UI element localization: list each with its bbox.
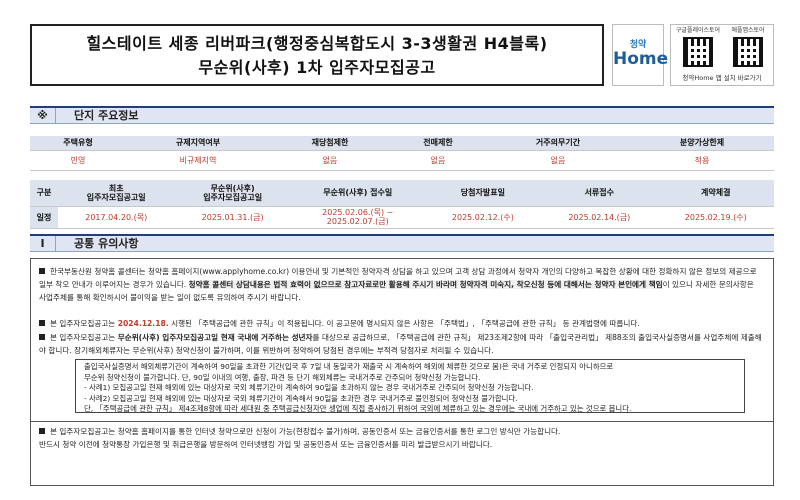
row-label: 일정 (30, 206, 58, 229)
paragraph-text: 본 입주자모집공고는 청약홈 홈페이지를 통한 인터넷 청약으로만 신청이 가능… (50, 427, 561, 436)
bullet-square-icon (39, 268, 45, 274)
table-header-cell: 계약체결 (657, 180, 774, 207)
paragraph-emphasis: 무순위(사후) 입주자모집공고일 현재 국내에 거주하는 성년자 (117, 333, 313, 342)
table-cell: 없음 (389, 150, 486, 171)
table-header-cell: 주택유형 (30, 136, 126, 151)
overseas-stay-notice-box: 출입국사실증명서 해외체류기간이 계속하여 90일을 초과한 기간(입국 후 7… (75, 359, 745, 413)
table-header-cell: 무순위(사후) 입주자모집공고일 (174, 180, 291, 207)
title-line-2: 무순위(사후) 1차 입주자모집공고 (198, 58, 436, 77)
qr-google-label: 구글플레이스토어 (675, 27, 721, 34)
complex-info-table: 주택유형 규제지역여부 재당첨제한 전매제한 거주의무기간 분양가상한제 민영 … (30, 136, 774, 171)
bullet-square-icon (39, 320, 45, 326)
table-header-cell: 무순위(사후) 접수일 (290, 180, 425, 207)
section-title: 공통 유의사항 (74, 237, 139, 250)
section-numeral: I (30, 236, 56, 251)
paragraph-text: 본 입주자모집공고는 (50, 333, 116, 342)
table-header-cell: 서류접수 (541, 180, 658, 207)
table-header-cell: 구분 (30, 180, 58, 207)
table-header-cell: 재당첨제한 (269, 136, 390, 151)
notice-paragraph-4: 본 입주자모집공고는 청약홈 홈페이지를 통한 인터넷 청약으로만 신청이 가능… (39, 425, 763, 451)
table-header-row: 주택유형 규제지역여부 재당첨제한 전매제한 거주의무기간 분양가상한제 (30, 136, 774, 151)
schedule-table: 구분 최초 입주자모집공고일 무순위(사후) 입주자모집공고일 무순위(사후) … (30, 180, 774, 229)
divider (31, 421, 773, 422)
box-line: 무순위 청약신청이 불가합니다. 단, 90일 이내의 여행, 출장, 파견 등… (84, 372, 481, 382)
notice-paragraph-3: 본 입주자모집공고는 무순위(사후) 입주자모집공고일 현재 국내에 거주하는 … (39, 331, 763, 357)
reference-mark: ※ (30, 108, 56, 123)
table-header-cell: 전매제한 (389, 136, 486, 151)
notice-paragraph-1: 한국부동산원 청약홈 콜센터는 청약홈 홈페이지(www.applyhome.c… (39, 265, 763, 304)
bullet-square-icon (39, 334, 45, 340)
title-line-1: 힐스테이트 세종 리버파크(행정중심복합도시 3-3생활권 H4블록) (86, 34, 548, 53)
table-header-row: 구분 최초 입주자모집공고일 무순위(사후) 입주자모집공고일 무순위(사후) … (30, 180, 774, 207)
bullet-square-icon (39, 428, 45, 434)
table-header-cell: 규제지역여부 (126, 136, 270, 151)
qr-code-icon (733, 37, 763, 67)
paragraph-text: 반드시 청약 이전에 청약통장 가입은행 및 취급은행을 방문하여 인터넷뱅킹 … (39, 440, 493, 449)
table-cell: 2017.04.20.(목) (58, 206, 175, 229)
notice-title-box: 힐스테이트 세종 리버파크(행정중심복합도시 3-3생활권 H4블록) 무순위(… (30, 24, 604, 86)
table-header-cell: 분양가상한제 (629, 136, 774, 151)
table-row: 민영 비규제지역 없음 없음 없음 적용 (30, 150, 774, 171)
table-cell: 없음 (269, 150, 390, 171)
table-header-cell: 당첨자발표일 (424, 180, 542, 207)
qr-caption: 청약Home 앱 설치 바로가기 (682, 74, 762, 82)
qr-apple-label: 애플앱스토어 (731, 27, 765, 34)
table-cell: 2025.01.31.(금) (174, 206, 291, 229)
table-header-cell: 거주의무기간 (485, 136, 630, 151)
table-cell: 2025.02.19.(수) (657, 206, 774, 229)
qr-app-store[interactable]: 애플앱스토어 (723, 27, 773, 67)
table-cell: 민영 (30, 150, 126, 171)
paragraph-text: 시행된 「주택공급에 관한 규칙」이 적용됩니다. 이 공고문에 명시되지 않은… (171, 319, 640, 328)
paragraph-text: 본 입주자모집공고는 (50, 319, 116, 328)
box-line: 출입국사실증명서 해외체류기간이 계속하여 90일을 초과한 기간(입국 후 7… (84, 362, 614, 371)
box-line: - 사례1) 모집공고일 현재 해외에 있는 대상자로 국외 체류기간이 계속하… (84, 383, 534, 392)
table-cell: 없음 (485, 150, 630, 171)
table-cell: 2025.02.06.(목) ~ 2025.02.07.(금) (290, 206, 425, 229)
box-line: - 사례2) 모집공고일 현재 해외에 있는 대상자로 국외 체류기간이 계속해… (84, 393, 518, 403)
section-common-notes-header: I 공통 유의사항 (30, 234, 774, 252)
logo-main-text: Home (613, 49, 669, 69)
table-row: 일정 2017.04.20.(목) 2025.01.31.(금) 2025.02… (30, 206, 774, 229)
table-cell: 2025.02.12.(수) (424, 206, 542, 229)
effective-date: 2024.12.18. (117, 319, 169, 328)
app-qr-panel: 구글플레이스토어 애플앱스토어 청약Home 앱 설치 바로가기 (670, 24, 774, 86)
table-header-cell: 최초 입주자모집공고일 (58, 180, 175, 207)
table-cell: 적용 (629, 150, 774, 171)
section-complex-info-header: ※ 단지 주요정보 (30, 106, 774, 124)
table-cell: 2025.02.14.(금) (541, 206, 658, 229)
box-line: 단, 「주택공급에 관한 규칙」 제4조제8항에 따라 세대원 중 주택공급신청… (84, 404, 632, 413)
qr-code-icon (683, 37, 713, 67)
notice-paragraph-2: 본 입주자모집공고는 2024.12.18. 시행된 「주택공급에 관한 규칙」… (39, 317, 763, 330)
paragraph-emphasis: 청약홈 콜센터 상담내용은 법적 효력이 없으므로 참고자료로만 활용해 주시기… (188, 280, 663, 289)
notice-body: 한국부동산원 청약홈 콜센터는 청약홈 홈페이지(www.applyhome.c… (30, 258, 774, 486)
table-cell: 비규제지역 (126, 150, 270, 171)
section-title: 단지 주요정보 (74, 109, 139, 122)
cheongyak-home-logo[interactable]: 청약 Home (612, 24, 669, 86)
qr-google-play[interactable]: 구글플레이스토어 (673, 27, 723, 67)
